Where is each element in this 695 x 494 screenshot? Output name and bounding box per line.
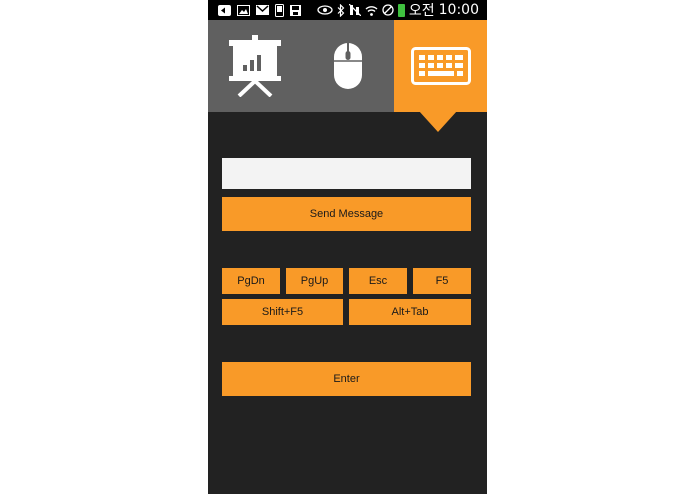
- keyboard-icon: [410, 47, 471, 85]
- status-bar-ampm: 오전: [408, 3, 435, 19]
- gallery-icon: [237, 4, 250, 16]
- key-enter-button[interactable]: Enter: [222, 362, 471, 396]
- phone-screen: 오전 10:00 Send Message PgDn PgUp Esc F5 S…: [208, 0, 487, 494]
- status-bar-left-icons: [218, 3, 301, 17]
- status-bar: 오전 10:00: [208, 0, 487, 20]
- expand-icon: [218, 4, 231, 16]
- mute-icon: [348, 4, 361, 16]
- key-esc-button[interactable]: Esc: [349, 268, 407, 294]
- active-tab-pointer: [419, 111, 457, 132]
- tab-presentation[interactable]: [208, 20, 301, 112]
- key-shift-f5-button[interactable]: Shift+F5: [222, 299, 343, 325]
- wifi-icon: [365, 5, 378, 16]
- bluetooth-icon: [337, 3, 345, 17]
- mouse-icon: [333, 43, 362, 89]
- save-icon: [290, 4, 301, 16]
- blocked-icon: [382, 4, 394, 16]
- key-alt-tab-button[interactable]: Alt+Tab: [349, 299, 471, 325]
- presentation-icon: [228, 35, 281, 97]
- status-bar-time: 10:00: [438, 2, 479, 18]
- gmail-icon: [256, 5, 269, 15]
- phone-icon: [275, 3, 284, 17]
- key-pgdn-button[interactable]: PgDn: [222, 268, 280, 294]
- tab-keyboard[interactable]: [394, 20, 487, 112]
- status-bar-right: 오전 10:00: [317, 2, 479, 19]
- key-pgup-button[interactable]: PgUp: [286, 268, 343, 294]
- eye-icon: [317, 5, 333, 15]
- tab-mouse[interactable]: [301, 20, 394, 112]
- battery-icon: [397, 3, 405, 17]
- key-f5-button[interactable]: F5: [413, 268, 471, 294]
- mode-tab-bar: [208, 20, 487, 112]
- send-message-button[interactable]: Send Message: [222, 197, 471, 231]
- message-input[interactable]: [222, 158, 471, 189]
